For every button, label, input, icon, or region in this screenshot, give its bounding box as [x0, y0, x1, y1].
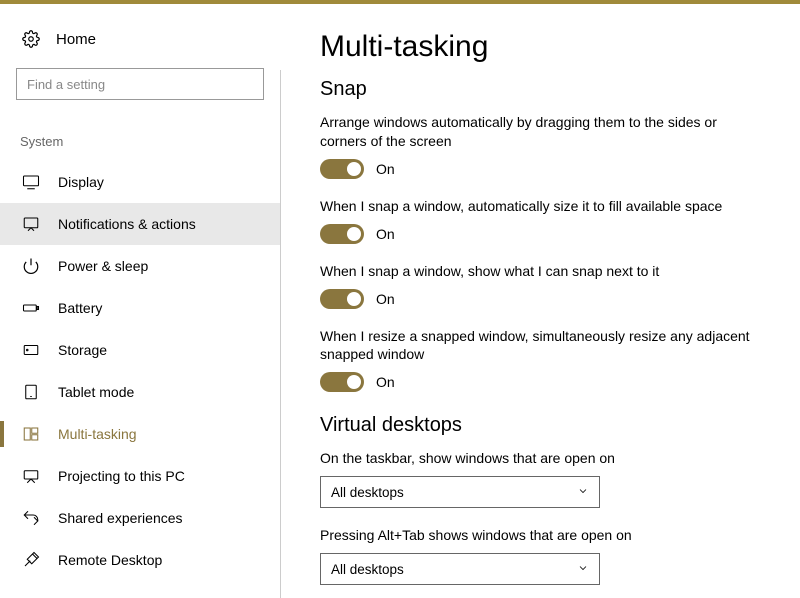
setting-label: When I snap a window, automatically size…: [320, 197, 750, 216]
sidebar-item-label: Notifications & actions: [58, 216, 196, 232]
setting-label: When I resize a snapped window, simultan…: [320, 327, 750, 365]
chevron-down-icon: [577, 485, 589, 500]
home-button[interactable]: Home: [0, 30, 280, 58]
setting-taskbar-windows: On the taskbar, show windows that are op…: [320, 449, 764, 508]
toggle-switch[interactable]: [320, 159, 364, 179]
sidebar-item-remote-desktop[interactable]: Remote Desktop: [0, 539, 280, 581]
section-virtual-desktops-heading: Virtual desktops: [320, 414, 764, 437]
select-alttab-windows[interactable]: All desktops: [320, 553, 600, 585]
setting-label: When I snap a window, show what I can sn…: [320, 262, 750, 281]
select-taskbar-windows[interactable]: All desktops: [320, 476, 600, 508]
sidebar-item-storage[interactable]: Storage: [0, 329, 280, 371]
sidebar-item-label: Shared experiences: [58, 510, 183, 526]
vertical-divider: [280, 70, 281, 598]
toggle-state: On: [376, 161, 395, 177]
sidebar-item-tablet-mode[interactable]: Tablet mode: [0, 371, 280, 413]
select-value: All desktops: [331, 562, 404, 577]
toggle-switch[interactable]: [320, 224, 364, 244]
setting-label: Pressing Alt+Tab shows windows that are …: [320, 526, 750, 545]
sidebar-item-label: Battery: [58, 300, 102, 316]
setting-label: On the taskbar, show windows that are op…: [320, 449, 750, 468]
setting-snap-resize: When I resize a snapped window, simultan…: [320, 327, 764, 393]
page-title: Multi-tasking: [320, 30, 764, 64]
sidebar-item-label: Power & sleep: [58, 258, 148, 274]
setting-alttab-windows: Pressing Alt+Tab shows windows that are …: [320, 526, 764, 585]
sidebar-item-label: Storage: [58, 342, 107, 358]
notifications-icon: [22, 215, 40, 233]
sidebar-item-label: Tablet mode: [58, 384, 134, 400]
setting-label: Arrange windows automatically by draggin…: [320, 113, 750, 151]
toggle-state: On: [376, 291, 395, 307]
toggle-switch[interactable]: [320, 289, 364, 309]
section-snap-heading: Snap: [320, 78, 764, 101]
shared-icon: [22, 509, 40, 527]
sidebar-item-label: Multi-tasking: [58, 426, 137, 442]
sidebar-item-projecting[interactable]: Projecting to this PC: [0, 455, 280, 497]
setting-snap-arrange: Arrange windows automatically by draggin…: [320, 113, 764, 179]
sidebar: Home System Display Notifications & acti…: [0, 4, 280, 598]
multitasking-icon: [22, 425, 40, 443]
display-icon: [22, 173, 40, 191]
sidebar-item-display[interactable]: Display: [0, 161, 280, 203]
sidebar-item-label: Display: [58, 174, 104, 190]
chevron-down-icon: [577, 562, 589, 577]
sidebar-nav: Display Notifications & actions Power & …: [0, 161, 280, 581]
power-icon: [22, 257, 40, 275]
tablet-icon: [22, 383, 40, 401]
sidebar-item-label: Remote Desktop: [58, 552, 162, 568]
settings-content: Multi-tasking Snap Arrange windows autom…: [280, 4, 800, 598]
battery-icon: [22, 299, 40, 317]
gear-icon: [22, 30, 40, 48]
toggle-state: On: [376, 226, 395, 242]
setting-snap-fill: When I snap a window, automatically size…: [320, 197, 764, 244]
setting-snap-assist: When I snap a window, show what I can sn…: [320, 262, 764, 309]
sidebar-item-power-sleep[interactable]: Power & sleep: [0, 245, 280, 287]
toggle-switch[interactable]: [320, 372, 364, 392]
home-label: Home: [56, 31, 96, 48]
sidebar-item-shared-experiences[interactable]: Shared experiences: [0, 497, 280, 539]
sidebar-item-label: Projecting to this PC: [58, 468, 185, 484]
remote-icon: [22, 551, 40, 569]
sidebar-item-battery[interactable]: Battery: [0, 287, 280, 329]
storage-icon: [22, 341, 40, 359]
toggle-state: On: [376, 374, 395, 390]
sidebar-group-system: System: [0, 104, 280, 161]
select-value: All desktops: [331, 485, 404, 500]
sidebar-item-multitasking[interactable]: Multi-tasking: [0, 413, 280, 455]
sidebar-item-notifications[interactable]: Notifications & actions: [0, 203, 280, 245]
search-input[interactable]: [16, 68, 264, 100]
projecting-icon: [22, 467, 40, 485]
